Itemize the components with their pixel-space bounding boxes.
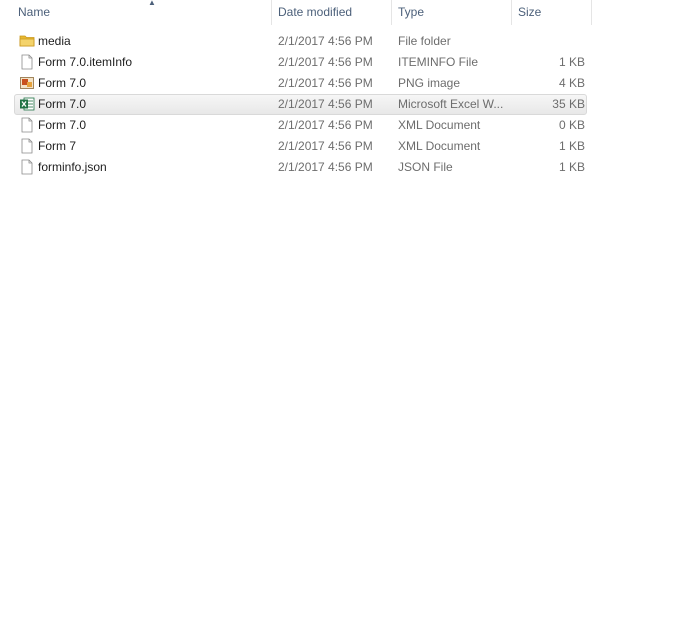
column-header-size[interactable]: Size <box>512 0 592 25</box>
file-row-media[interactable]: media 2/1/2017 4:56 PM File folder <box>14 31 587 52</box>
file-row-form-7-0-png[interactable]: Form 7.0 2/1/2017 4:56 PM PNG image 4 KB <box>14 73 587 94</box>
column-header-type[interactable]: Type <box>392 0 512 25</box>
file-name: Form 7.0.itemInfo <box>38 55 133 69</box>
file-date: 2/1/2017 4:56 PM <box>278 139 373 153</box>
file-name: Form 7.0 <box>38 118 87 132</box>
column-header-date-label: Date modified <box>278 5 353 19</box>
file-row-form-7-0-xml[interactable]: Form 7.0 2/1/2017 4:56 PM XML Document 0… <box>14 115 587 136</box>
file-type: XML Document <box>398 118 481 132</box>
column-header-size-label: Size <box>518 5 542 19</box>
file-date: 2/1/2017 4:56 PM <box>278 76 373 90</box>
file-date: 2/1/2017 4:56 PM <box>278 97 373 111</box>
file-name: Form 7.0 <box>38 97 87 111</box>
file-type: JSON File <box>398 160 453 174</box>
blank-document-icon <box>19 159 35 175</box>
column-header-date-modified[interactable]: Date modified <box>272 0 392 25</box>
file-date: 2/1/2017 4:56 PM <box>278 55 373 69</box>
file-size: 1 KB <box>558 139 585 153</box>
file-type: XML Document <box>398 139 481 153</box>
folder-icon <box>19 33 35 49</box>
file-size: 0 KB <box>558 118 585 132</box>
blank-document-icon <box>19 117 35 133</box>
file-row-forminfo-json[interactable]: forminfo.json 2/1/2017 4:56 PM JSON File… <box>14 157 587 178</box>
file-name: Form 7 <box>38 139 77 153</box>
file-size: 35 KB <box>552 97 585 111</box>
column-header-name-label: Name <box>18 5 51 19</box>
file-name: forminfo.json <box>38 160 107 174</box>
file-date: 2/1/2017 4:56 PM <box>278 34 373 48</box>
file-size <box>515 32 585 51</box>
file-size: 1 KB <box>558 160 585 174</box>
sort-up-arrow-icon: ▲ <box>148 0 156 7</box>
column-header-type-label: Type <box>398 5 425 19</box>
file-date: 2/1/2017 4:56 PM <box>278 118 373 132</box>
blank-document-icon <box>19 138 35 154</box>
blank-document-icon <box>19 54 35 70</box>
file-row-form-7-xml[interactable]: Form 7 2/1/2017 4:56 PM XML Document 1 K… <box>14 136 587 157</box>
file-row-form-7-0-iteminfo[interactable]: Form 7.0.itemInfo 2/1/2017 4:56 PM ITEMI… <box>14 52 587 73</box>
file-name: media <box>38 34 71 48</box>
file-row-form-7-0-excel[interactable]: Form 7.0 2/1/2017 4:56 PM Microsoft Exce… <box>14 94 587 115</box>
file-size: 4 KB <box>558 76 585 90</box>
image-file-icon <box>19 75 35 91</box>
file-type: Microsoft Excel W... <box>398 97 504 111</box>
file-type: File folder <box>398 34 451 48</box>
file-size: 1 KB <box>558 55 585 69</box>
excel-file-icon <box>19 96 35 112</box>
file-name: Form 7.0 <box>38 76 87 90</box>
file-explorer: Name ▲ Date modified Type Size media 2/1… <box>0 0 692 638</box>
column-header-bar: Name ▲ Date modified Type Size <box>0 0 592 25</box>
file-type: ITEMINFO File <box>398 55 478 69</box>
file-type: PNG image <box>398 76 461 90</box>
column-header-name[interactable]: Name ▲ <box>12 0 272 25</box>
file-date: 2/1/2017 4:56 PM <box>278 160 373 174</box>
